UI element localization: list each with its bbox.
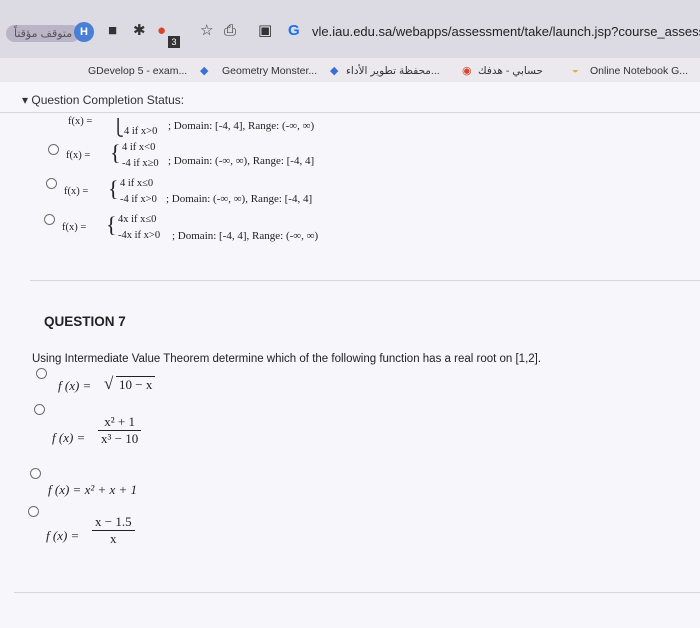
q6-option-3-lhs: f(x) = — [64, 186, 89, 197]
q7-option-b-fraction: x² + 1 x³ − 10 — [98, 414, 142, 447]
q7-option-b-radio[interactable] — [34, 404, 45, 415]
q6-option-3-domain-range: ; Domain: (-∞, ∞), Range: [-4, 4] — [166, 193, 313, 205]
q6-option-4-brace: { — [106, 212, 117, 237]
q6-option-2-bottom-case: -4 if x≥0 — [122, 158, 159, 169]
q7-option-d-radio[interactable] — [28, 506, 39, 517]
q6-option-4-radio[interactable] — [44, 214, 55, 225]
question-completion-status-toggle[interactable]: ▾ Question Completion Status: — [22, 93, 184, 107]
q7-option-c-expr: f (x) = x² + x + 1 — [48, 482, 138, 497]
question-divider — [30, 280, 700, 281]
geometry-bookmark-icon: ◆ — [200, 65, 209, 77]
q6-option-1-brace: ⎩ — [112, 120, 124, 137]
goal-bookmark-icon: ◉ — [462, 65, 472, 77]
q7-option-a-radio[interactable] — [36, 368, 47, 379]
q6-option-3-bottom-case: -4 if x>0 — [120, 194, 157, 205]
q7-option-a-lhs: f (x) = — [58, 378, 92, 393]
q7-option-d-fraction: x − 1.5 x — [92, 514, 135, 547]
question-7-prompt: Using Intermediate Value Theorem determi… — [32, 353, 542, 365]
bottom-divider — [14, 592, 700, 593]
q6-option-4-lhs: f(x) = — [62, 222, 87, 233]
q7-option-b-lhs: f (x) = — [52, 430, 86, 445]
browser-toolbar: متوقف مؤقتاً H ■ ✱ ● 3 ☆ ⎙ ▣ G vle.iau.e… — [0, 0, 700, 77]
q7-option-c-radio[interactable] — [30, 468, 41, 479]
address-bar-url[interactable]: vle.iau.edu.sa/webapps/assessment/take/l… — [312, 24, 700, 39]
q6-option-3-brace: { — [108, 176, 119, 201]
q6-option-1-bottom-case: 4 if x>0 — [124, 126, 158, 137]
paused-sync-pill[interactable]: متوقف مؤقتاً — [6, 25, 81, 42]
bookmark-my-account[interactable]: حسابي - هدفك — [478, 65, 543, 77]
assessment-page: ▾ Question Completion Status: f(x) = ⎩ 4… — [0, 82, 700, 628]
screenshot-icon[interactable]: ▣ — [258, 22, 272, 40]
q7-option-b-denominator: x³ − 10 — [98, 430, 142, 447]
share-icon[interactable]: ⎙ — [224, 22, 236, 40]
question-7-title: QUESTION 7 — [44, 314, 126, 329]
q6-option-4-top-case: 4x if x≤0 — [118, 214, 157, 225]
q6-option-3-radio[interactable] — [46, 178, 57, 189]
q7-option-d-denominator: x — [92, 530, 135, 547]
bookmark-performance-portfolio[interactable]: محفظة تطوير الأداء... — [346, 65, 440, 77]
bookmark-star-icon[interactable]: ☆ — [200, 22, 213, 40]
tab-count-badge: 3 — [168, 36, 180, 48]
status-divider — [0, 112, 700, 113]
q7-option-d-lhs: f (x) = — [46, 528, 80, 543]
q7-option-a-radicand: 10 − x — [116, 376, 156, 393]
extension-c-icon[interactable]: ● — [157, 22, 166, 40]
q6-option-2-top-case: 4 if x<0 — [122, 142, 156, 153]
collapse-chevron-icon: ▾ — [22, 93, 32, 107]
puzzle-extension-icon[interactable]: ✱ — [133, 22, 146, 40]
q7-option-b-numerator: x² + 1 — [104, 414, 135, 429]
q6-option-2-domain-range: ; Domain: (-∞, ∞), Range: [-4, 4] — [168, 155, 315, 167]
notebook-bookmark-icon: ◒ — [572, 64, 579, 76]
q6-option-2-radio[interactable] — [48, 144, 59, 155]
bookmark-gdevelop[interactable]: GDevelop 5 - exam... — [88, 65, 187, 77]
sqrt-radical-icon: √ — [104, 374, 114, 393]
q6-option-4-bottom-case: -4x if x>0 — [118, 230, 161, 241]
status-label: Question Completion Status: — [31, 93, 185, 107]
q6-option-3-top-case: 4 if x≤0 — [120, 178, 154, 189]
profile-avatar[interactable]: H — [74, 22, 94, 42]
q6-option-1-lhs: f(x) = — [68, 116, 93, 127]
bookmark-geometry[interactable]: Geometry Monster... — [222, 65, 317, 77]
google-g-icon: G — [288, 22, 300, 39]
q6-option-1-domain-range: ; Domain: [-4, 4], Range: (-∞, ∞) — [168, 120, 315, 132]
square-stop-icon[interactable]: ■ — [108, 22, 117, 40]
q6-option-2-lhs: f(x) = — [66, 150, 91, 161]
bookmark-online-notebook[interactable]: Online Notebook G... — [590, 65, 688, 77]
q6-option-4-domain-range: ; Domain: [-4, 4], Range: (-∞, ∞) — [172, 230, 319, 242]
q7-option-d-numerator: x − 1.5 — [95, 514, 132, 529]
q6-option-2-brace: { — [110, 140, 121, 165]
performance-bookmark-icon: ◆ — [330, 65, 339, 77]
